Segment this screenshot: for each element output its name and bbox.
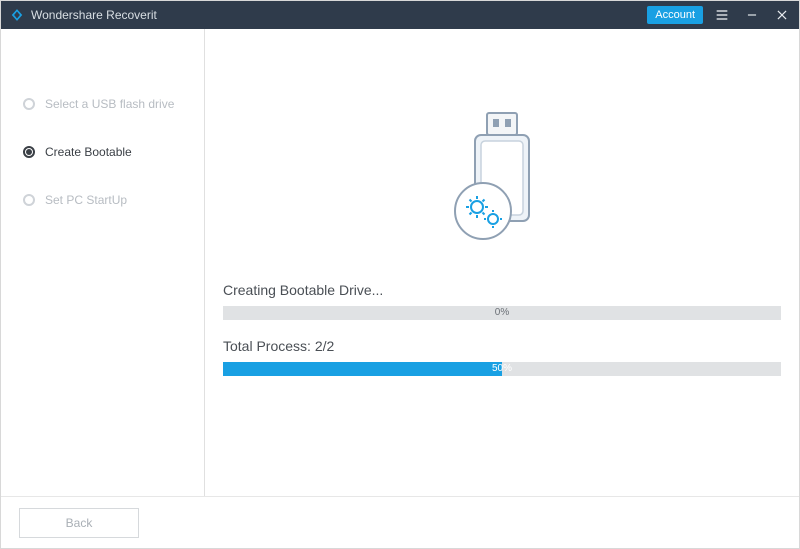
- close-icon[interactable]: [771, 5, 793, 25]
- step-create-bootable: Create Bootable: [1, 135, 204, 169]
- progress-fill: [223, 362, 502, 376]
- titlebar: Wondershare Recoverit Account: [1, 1, 799, 29]
- sidebar: Select a USB flash drive Create Bootable…: [1, 29, 205, 496]
- step-set-pc-startup: Set PC StartUp: [1, 183, 204, 217]
- progress-percent: 0%: [495, 306, 509, 320]
- progress-bar: 0%: [223, 306, 781, 320]
- radio-icon: [23, 194, 35, 206]
- minimize-icon[interactable]: [741, 5, 763, 25]
- step-label: Set PC StartUp: [45, 193, 127, 207]
- step-label: Create Bootable: [45, 145, 132, 159]
- footer: Back: [1, 496, 799, 548]
- step-select-usb: Select a USB flash drive: [1, 87, 204, 121]
- app-logo-icon: [9, 7, 25, 23]
- app-window: Wondershare Recoverit Account Select a U…: [0, 0, 800, 549]
- progress-percent: 50%: [492, 362, 512, 376]
- progress-total: Total Process: 2/2 50%: [223, 338, 781, 376]
- radio-icon: [23, 146, 35, 158]
- account-button[interactable]: Account: [647, 6, 703, 24]
- back-button[interactable]: Back: [19, 508, 139, 538]
- progress-label: Creating Bootable Drive...: [223, 282, 781, 298]
- progress-creating-bootable: Creating Bootable Drive... 0%: [223, 282, 781, 320]
- progress-bar: 50%: [223, 362, 781, 376]
- main-panel: Creating Bootable Drive... 0% Total Proc…: [205, 29, 799, 496]
- body: Select a USB flash drive Create Bootable…: [1, 29, 799, 496]
- step-label: Select a USB flash drive: [45, 97, 174, 111]
- progress-label: Total Process: 2/2: [223, 338, 781, 354]
- radio-icon: [23, 98, 35, 110]
- menu-icon[interactable]: [711, 5, 733, 25]
- app-title: Wondershare Recoverit: [31, 8, 157, 22]
- usb-drive-icon: [437, 107, 567, 252]
